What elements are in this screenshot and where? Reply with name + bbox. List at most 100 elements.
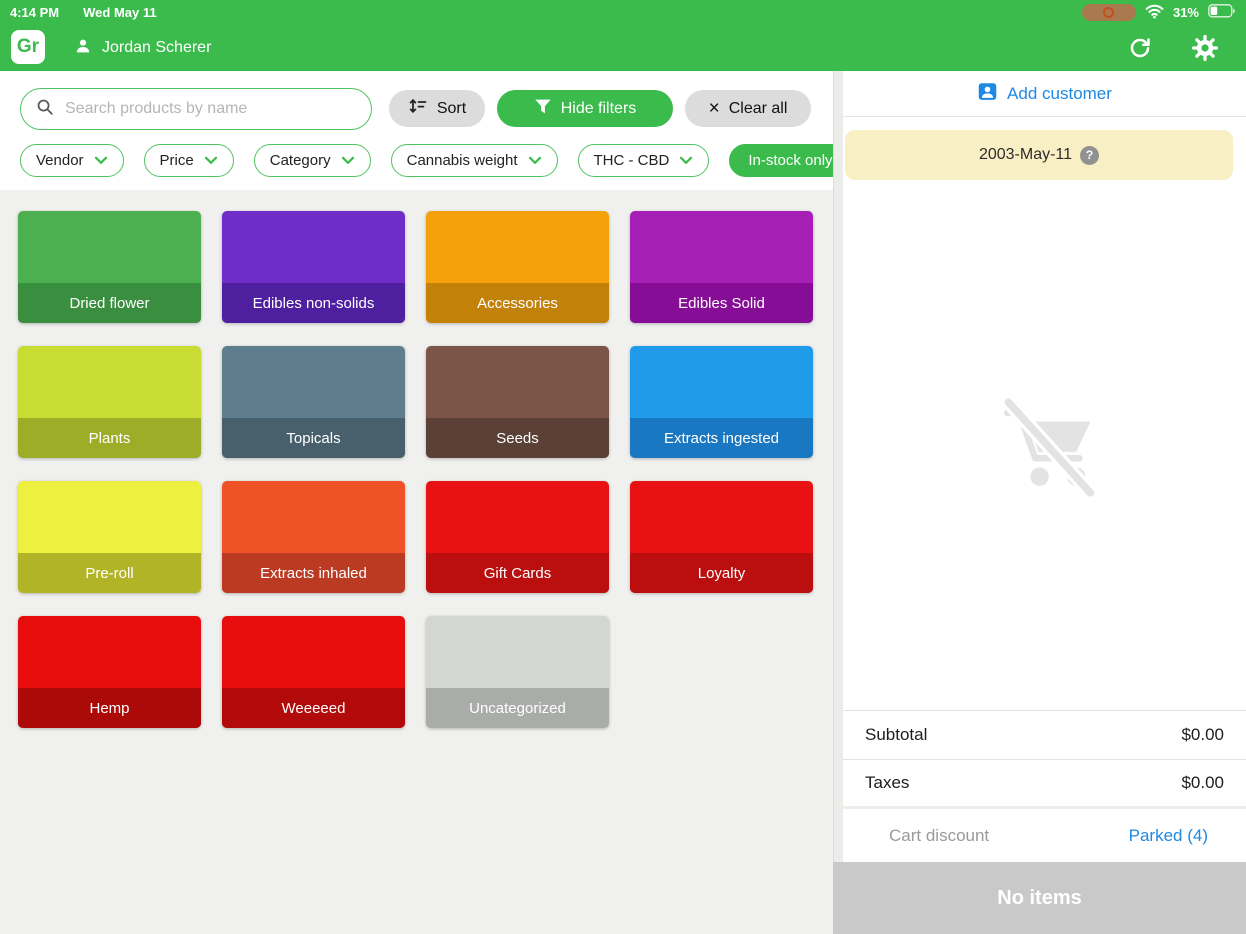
recording-indicator-icon (1082, 4, 1136, 21)
subtotal-value: $0.00 (1181, 725, 1224, 745)
category-tile-label: Hemp (18, 688, 201, 728)
gear-icon[interactable] (1191, 34, 1219, 62)
category-tile-label: Gift Cards (426, 553, 609, 593)
chevron-down-icon (204, 152, 218, 169)
category-tile-label: Dried flower (18, 283, 201, 323)
battery-icon (1208, 4, 1236, 21)
filter-chip-label: Vendor (36, 152, 84, 169)
product-category-area: Dried flower Edibles non-solids Accessorie… (0, 190, 833, 934)
search-input[interactable] (63, 99, 356, 119)
add-customer-label: Add customer (1007, 84, 1112, 104)
add-customer-button[interactable]: Add customer (843, 71, 1246, 117)
hide-filters-button[interactable]: Hide filters (497, 90, 673, 127)
clear-icon: × (709, 99, 720, 118)
no-items-button[interactable]: No items (833, 862, 1246, 934)
clear-all-button[interactable]: × Clear all (685, 90, 811, 127)
filter-chip-in-stock-only[interactable]: In-stock only (729, 144, 833, 177)
hide-filters-label: Hide filters (561, 100, 637, 118)
dob-date: 2003-May-11 (979, 146, 1072, 164)
filter-chip-label: Price (160, 152, 194, 169)
subtotal-label: Subtotal (865, 725, 927, 745)
category-tile-hemp[interactable]: Hemp (18, 616, 201, 728)
filter-chip-category[interactable]: Category (254, 144, 371, 177)
status-time: 4:14 PM (10, 5, 59, 20)
category-tile-plants[interactable]: Plants (18, 346, 201, 458)
current-user[interactable]: Jordan Scherer (74, 25, 211, 71)
battery-percent: 31% (1173, 5, 1199, 20)
chevron-down-icon (679, 152, 693, 169)
funnel-icon (534, 98, 552, 120)
category-tile-label: Weeeeed (222, 688, 405, 728)
category-tile-label: Edibles non-solids (222, 283, 405, 323)
filter-chip-vendor[interactable]: Vendor (20, 144, 124, 177)
taxes-value: $0.00 (1181, 773, 1224, 793)
filter-chip-label: THC - CBD (594, 152, 670, 169)
filter-chip-cannabis-weight[interactable]: Cannabis weight (391, 144, 558, 177)
refresh-icon[interactable] (1128, 36, 1152, 60)
category-tile-edibles-solid[interactable]: Edibles Solid (630, 211, 813, 323)
search-icon (36, 98, 54, 121)
category-tile-label: Uncategorized (426, 688, 609, 728)
app-logo-text: Gr (17, 36, 39, 58)
no-items-label: No items (997, 887, 1081, 910)
category-tile-label: Seeds (426, 418, 609, 458)
status-date: Wed May 11 (83, 5, 156, 20)
dob-help-icon[interactable]: ? (1080, 146, 1099, 165)
category-tile-label: Extracts ingested (630, 418, 813, 458)
category-tile-label: Plants (18, 418, 201, 458)
pos-app-screen: 4:14 PM Wed May 11 31% (0, 0, 1246, 934)
cart-summary: Subtotal $0.00 Taxes $0.00 Cart discount… (843, 710, 1246, 862)
category-tile-label: Topicals (222, 418, 405, 458)
chevron-down-icon (341, 152, 355, 169)
wifi-icon (1145, 4, 1164, 22)
category-grid: Dried flower Edibles non-solids Accessorie… (18, 211, 813, 728)
category-tile-accessories[interactable]: Accessories (426, 211, 609, 323)
category-tile-label: Extracts inhaled (222, 553, 405, 593)
filter-chip-label: Cannabis weight (407, 152, 518, 169)
category-tile-weeeeed[interactable]: Weeeeed (222, 616, 405, 728)
category-tile-extracts-inhaled[interactable]: Extracts inhaled (222, 481, 405, 593)
category-tile-extracts-ingested[interactable]: Extracts ingested (630, 346, 813, 458)
filter-chip-label: Category (270, 152, 331, 169)
filter-chip-row: Vendor Price Category Cannabis weight THC - … (20, 144, 833, 177)
app-logo[interactable]: Gr (11, 30, 45, 64)
category-tile-dried-flower[interactable]: Dried flower (18, 211, 201, 323)
parked-carts-link[interactable]: Parked (4) (1129, 826, 1208, 846)
sort-label: Sort (437, 100, 466, 118)
filter-chip-price[interactable]: Price (144, 144, 234, 177)
sort-button[interactable]: Sort (389, 90, 485, 127)
user-icon (74, 37, 92, 60)
category-tile-topicals[interactable]: Topicals (222, 346, 405, 458)
chevron-down-icon (94, 152, 108, 169)
category-tile-gift-cards[interactable]: Gift Cards (426, 481, 609, 593)
category-tile-edibles-non-solids[interactable]: Edibles non-solids (222, 211, 405, 323)
category-tile-pre-roll[interactable]: Pre-roll (18, 481, 201, 593)
dob-check-badge: 2003-May-11 ? (845, 130, 1233, 180)
category-tile-label: Pre-roll (18, 553, 201, 593)
cart-discount-button[interactable]: Cart discount (889, 826, 989, 846)
clear-all-label: Clear all (729, 100, 788, 118)
category-tile-loyalty[interactable]: Loyalty (630, 481, 813, 593)
status-bar: 4:14 PM Wed May 11 31% (0, 0, 1246, 25)
subtotal-row: Subtotal $0.00 (843, 710, 1246, 759)
category-tile-label: Edibles Solid (630, 283, 813, 323)
search-box[interactable] (20, 88, 372, 130)
panel-divider (833, 71, 843, 934)
category-tile-label: Accessories (426, 283, 609, 323)
app-header: Gr Jordan Scherer (0, 25, 1246, 71)
category-tile-label: Loyalty (630, 553, 813, 593)
category-tile-uncategorized[interactable]: Uncategorized (426, 616, 609, 728)
cart-panel: Add customer 2003-May-11 ? Subtotal $0.0… (843, 71, 1246, 934)
chevron-down-icon (528, 152, 542, 169)
product-browser-panel: Sort Hide filters × Clear all Vendor Pric… (0, 71, 833, 934)
taxes-label: Taxes (865, 773, 909, 793)
empty-cart-icon (991, 394, 1099, 507)
filter-chip-label: In-stock only (748, 152, 832, 169)
contact-card-icon (977, 81, 998, 107)
sort-icon (408, 98, 428, 119)
user-name: Jordan Scherer (102, 39, 211, 57)
filter-chip-thc-cbd[interactable]: THC - CBD (578, 144, 710, 177)
cart-actions-row: Cart discount Parked (4) (843, 806, 1246, 862)
category-tile-seeds[interactable]: Seeds (426, 346, 609, 458)
taxes-row: Taxes $0.00 (843, 759, 1246, 806)
